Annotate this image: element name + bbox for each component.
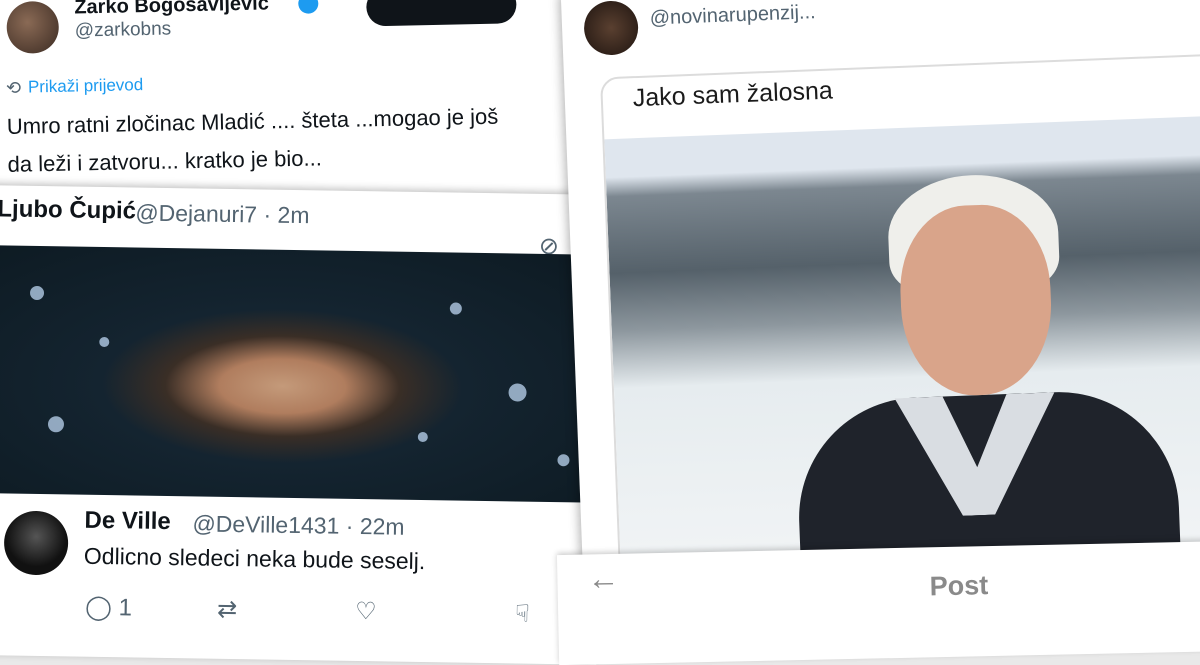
reply-author-name[interactable]: De Ville [84, 507, 171, 536]
back-arrow-icon[interactable]: ← [587, 560, 620, 598]
avatar[interactable] [6, 0, 60, 54]
reply-count: 1 [118, 594, 133, 622]
like-icon[interactable]: ♡ [355, 597, 377, 626]
photo-scene [604, 114, 1200, 593]
translate-icon: ⟲ [5, 77, 22, 98]
image-caption: Jako sam žalosna [632, 76, 834, 113]
person-photo [794, 158, 1185, 593]
translate-link[interactable]: Prikaži prijevod [28, 75, 144, 97]
retweet-icon[interactable]: ⇄ [217, 595, 238, 624]
reply-icon: ◯ [84, 593, 113, 622]
author-handle[interactable]: @zarkobns [75, 18, 172, 42]
reply-author-handle-time[interactable]: @DeVille1431 · 22m [192, 510, 405, 540]
tweet-card-top: Žarko Bogosavljević @zarkobns ⟲ Prikaži … [0, 0, 593, 217]
tweet-card-right: @novinarupenzij... Jako sam žalosna [560, 0, 1200, 593]
tweet-image[interactable]: Jako sam žalosna [600, 52, 1200, 593]
verified-badge-icon [298, 0, 319, 14]
post-header: ← Post [556, 540, 1200, 665]
avatar[interactable] [583, 0, 640, 56]
author-name[interactable]: Ljubo Čupić [0, 195, 136, 225]
avatar[interactable] [3, 510, 69, 576]
dislike-icon[interactable]: ☟ [515, 599, 530, 628]
post-title: Post [929, 570, 989, 602]
reply-card: Ljubo Čupić @Dejanuri7 · 2m ⊘ De Ville @… [0, 185, 604, 665]
author-name[interactable]: Žarko Bogosavljević [74, 0, 269, 19]
author-handle[interactable]: @novinarupenzij... [649, 1, 816, 30]
gif-image[interactable] [0, 245, 603, 503]
reply-button[interactable]: ◯ 1 [85, 593, 132, 623]
follow-button[interactable] [365, 0, 517, 27]
author-handle-time[interactable]: @Dejanuri7 · 2m [135, 199, 310, 229]
tweet-text: Umro ratni zločinac Mladić .... šteta ..… [6, 96, 592, 184]
reply-text: Odlicno sledeci neka bude seselj. [83, 542, 426, 575]
